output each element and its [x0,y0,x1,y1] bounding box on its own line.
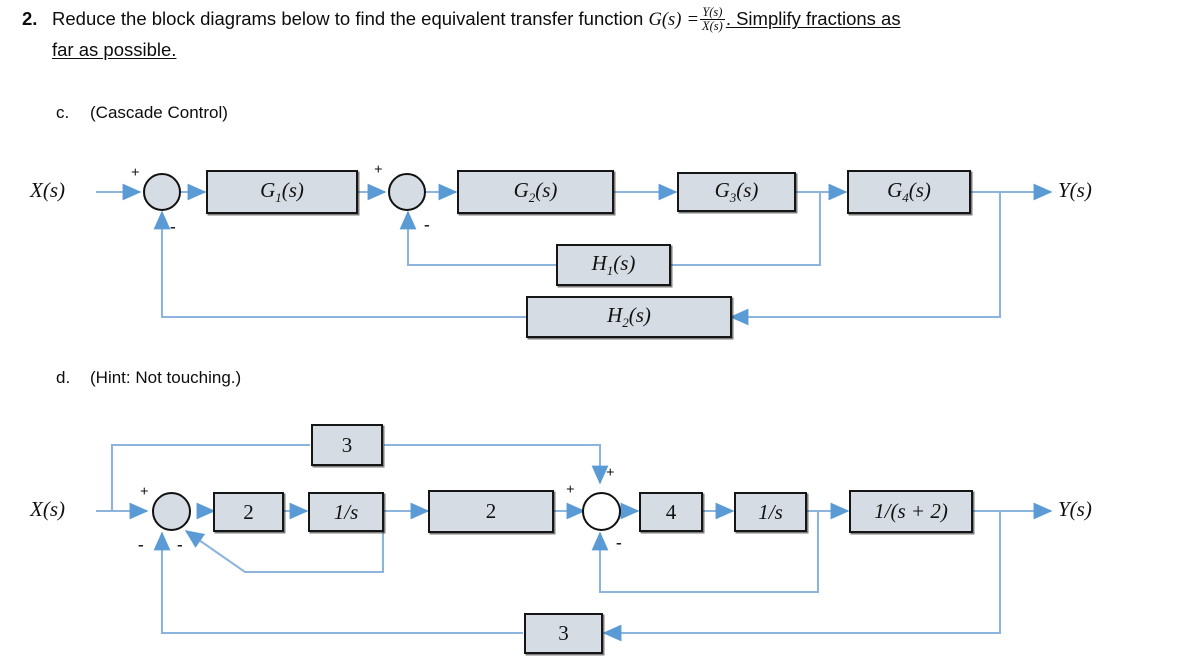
diagram-d-block-lag[interactable]: 1/(s + 2) [849,490,973,533]
diagram-d-wires [96,443,1053,642]
diagram-d-sum1-minus-sign-b: - [177,535,183,554]
diagram-d-block-feedforward-gain-3[interactable]: 3 [311,424,383,466]
diagram-d-summing-junction-2[interactable] [582,492,621,531]
diagram-d-sum2-minus-sign: - [616,533,622,552]
block-label: 3 [558,621,569,645]
wire-d-feedback-gain3-to-sum1 [153,531,523,635]
diagram-d-sum1-plus-sign: + [140,484,149,500]
diagram-d-output-label: Y(s) [1058,497,1092,521]
block-label: 4 [665,499,677,524]
diagram-d-sum2-plus-sign-left: + [566,482,575,498]
diagram-d-block-gain-2-a[interactable]: 2 [213,492,284,532]
block-label: 1/s [333,499,359,524]
diagram-d-summing-junction-1[interactable] [152,492,191,531]
diagram-d-sum1-minus-sign-a: - [138,535,144,554]
block-diagram-not-touching: X(s) Y(s) + - - + + - 3 2 1/s 2 4 1/s 1/… [0,0,1200,672]
diagram-d-block-integrator-b[interactable]: 1/s [734,492,807,532]
diagram-d-block-feedback-gain-3[interactable]: 3 [524,613,603,654]
block-label: 2 [243,499,254,524]
block-label: 2 [485,499,497,523]
block-label: 1/(s + 2) [874,499,948,523]
block-label: 1/s [758,499,783,524]
wire-d-gain3-ff-to-sum2 [384,443,609,485]
diagram-d-block-integrator-a[interactable]: 1/s [308,492,384,532]
diagram-d-block-gain-4[interactable]: 4 [639,492,703,532]
block-label: 3 [341,432,353,457]
diagram-d-block-gain-2-b[interactable]: 2 [428,490,554,533]
diagram-d-sum2-plus-sign-top: + [606,465,615,481]
diagram-d-input-label: X(s) [30,497,65,521]
worksheet-page: 2. Reduce the block diagrams below to fi… [0,0,1200,672]
